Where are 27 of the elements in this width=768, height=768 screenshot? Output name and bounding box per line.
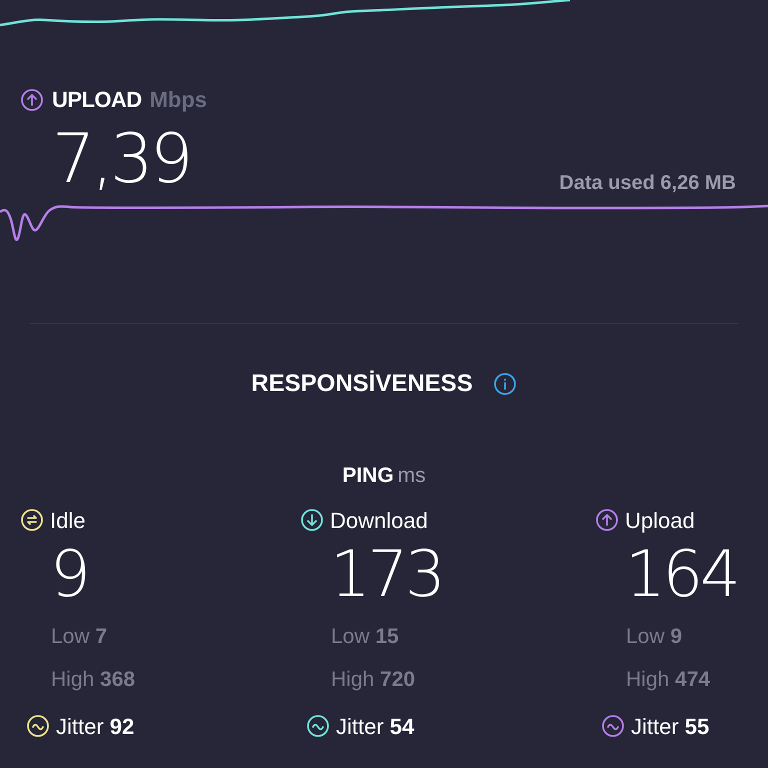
high-value: High 368: [50, 667, 136, 693]
ping-label: PING: [342, 463, 394, 489]
ping-value: 173: [329, 536, 443, 612]
upload-label: UPLOAD: [52, 86, 142, 114]
wave-icon: [306, 714, 330, 738]
high-value: High 720: [330, 667, 416, 693]
low-value: Low 7: [50, 624, 108, 650]
jitter-value: Jitter 55: [631, 712, 710, 740]
ping-unit: ms: [398, 463, 426, 489]
wave-icon: [601, 714, 625, 738]
ping-value: 164: [624, 536, 738, 612]
high-value: High 474: [625, 667, 710, 693]
responsiveness-title: RESPONSİVENESS: [251, 369, 473, 399]
low-value: Low 9: [625, 624, 682, 650]
ping-type-label: Idle: [50, 506, 86, 534]
info-icon[interactable]: [492, 372, 517, 396]
jitter-value: Jitter 54: [336, 712, 414, 740]
data-used-text: Data used 6,26 MB: [559, 171, 736, 196]
ping-type-label: Download: [330, 506, 428, 534]
upload-speed-value: 7,39: [52, 126, 190, 194]
upload-unit: Mbps: [150, 86, 208, 114]
wave-icon: [26, 714, 50, 738]
jitter-value: Jitter 92: [56, 712, 134, 740]
exchange-arrows-icon: [20, 508, 44, 532]
ping-type-label: Upload: [625, 506, 695, 535]
low-value: Low 15: [330, 624, 399, 650]
ping-value: 9: [49, 536, 88, 612]
